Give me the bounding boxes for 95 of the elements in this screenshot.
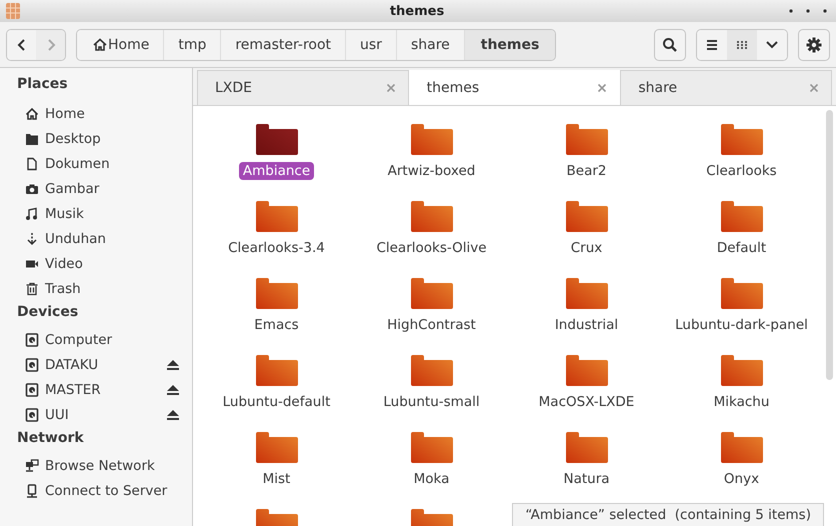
section-heading: Network — [17, 429, 85, 448]
tab-label[interactable]: LXDE — [215, 80, 252, 96]
folder-icon[interactable] — [564, 201, 608, 233]
tab[interactable]: LXDE — [197, 70, 409, 105]
tab[interactable]: share — [620, 70, 832, 105]
folder-icon[interactable] — [410, 432, 454, 464]
folder-name[interactable]: Emacs — [250, 316, 303, 334]
folder-name[interactable]: Artwiz-boxed — [384, 162, 480, 180]
folder-icon[interactable] — [564, 278, 608, 310]
sidebar-item[interactable]: Trash — [17, 276, 180, 301]
server-icon — [25, 484, 39, 498]
folder-name[interactable]: HighContrast — [383, 316, 480, 334]
drive-icon — [25, 358, 39, 372]
sidebar-item[interactable]: Video — [17, 251, 180, 276]
folder-name[interactable]: Lubuntu-dark-panel — [671, 316, 812, 334]
section-heading: Devices — [17, 303, 80, 322]
trash-icon — [25, 282, 39, 296]
sidebar-item[interactable]: DATAKU — [17, 352, 180, 377]
eject-icon[interactable] — [166, 358, 180, 370]
sidebar-item[interactable]: Gambar — [17, 176, 180, 201]
tab[interactable]: themes — [408, 70, 620, 105]
home-icon — [93, 38, 107, 51]
folder-icon[interactable] — [254, 201, 298, 233]
camera-icon — [25, 182, 39, 196]
sidebar-item[interactable]: Dokumen — [17, 151, 180, 176]
folder-name[interactable]: Lubuntu-default — [218, 393, 334, 411]
folder-icon[interactable] — [410, 124, 454, 156]
folder-name[interactable]: Moka — [410, 470, 454, 488]
folder-name[interactable]: Clearlooks-3.4 — [224, 239, 329, 257]
sidebar-item[interactable]: Unduhan — [17, 226, 180, 251]
search-icon[interactable] — [662, 36, 678, 52]
sidebar-item[interactable]: Computer — [17, 327, 180, 352]
document-icon — [25, 156, 39, 170]
folder-icon[interactable] — [564, 355, 608, 387]
folder-name[interactable]: Mist — [258, 470, 294, 488]
gear-icon[interactable] — [806, 36, 822, 52]
folder-icon[interactable] — [254, 124, 298, 156]
chevron-left-icon[interactable] — [16, 38, 26, 52]
sidebar-item[interactable]: Browse Network — [17, 453, 180, 478]
folder-name[interactable]: Crux — [566, 239, 606, 257]
download-icon — [25, 232, 39, 246]
folder-icon[interactable] — [254, 278, 298, 310]
settings-button[interactable] — [798, 28, 830, 60]
folder-icon[interactable] — [564, 432, 608, 464]
sidebar-item[interactable]: Musik — [17, 201, 180, 226]
folder-name[interactable]: Natura — [559, 470, 614, 488]
drive-icon — [25, 382, 39, 396]
status-bar: “Ambiance” selected (containing 5 items) — [512, 503, 824, 526]
sidebar-item[interactable]: Connect to Server — [17, 478, 180, 503]
drive-icon — [25, 408, 39, 422]
folder-name[interactable]: Mikachu — [710, 393, 774, 411]
drive-icon — [25, 332, 39, 346]
tab-label[interactable]: themes — [426, 80, 480, 96]
folder-icon[interactable] — [720, 355, 764, 387]
folder-name[interactable]: MacOSX-LXDE — [534, 393, 638, 411]
folder-icon[interactable] — [720, 278, 764, 310]
sidebar-item[interactable]: Desktop — [17, 126, 180, 151]
folder-icon[interactable] — [410, 201, 454, 233]
grid-icon — [6, 3, 20, 19]
sidebar-item[interactable]: UUI — [17, 402, 180, 427]
list-icon — [705, 38, 719, 52]
close-icon[interactable] — [597, 83, 608, 93]
folder-icon[interactable] — [720, 124, 764, 156]
window-title: themes — [390, 4, 444, 18]
eject-icon[interactable] — [166, 384, 180, 396]
sidebar-item[interactable]: MASTER — [17, 377, 180, 402]
network-icon — [25, 458, 39, 472]
folder-icon[interactable] — [720, 201, 764, 233]
folder-name[interactable]: Default — [712, 239, 770, 257]
folder-name[interactable]: Lubuntu-small — [379, 393, 484, 411]
folder-name[interactable]: Ambiance — [238, 162, 314, 180]
music-icon — [25, 206, 39, 220]
eject-icon[interactable] — [166, 408, 180, 420]
sidebar-item[interactable]: Home — [17, 101, 180, 126]
folder-icon[interactable] — [720, 432, 764, 464]
folder-icon[interactable] — [410, 355, 454, 387]
section-heading: Places — [17, 75, 69, 94]
search-button[interactable] — [654, 28, 686, 60]
folder-name[interactable]: Industrial — [550, 316, 622, 334]
folder-name[interactable]: Onyx — [720, 470, 764, 488]
folder-icon[interactable] — [254, 355, 298, 387]
folder-icon[interactable] — [410, 278, 454, 310]
grid-view-button[interactable] — [727, 30, 757, 60]
folder-name[interactable]: Bear2 — [562, 162, 610, 180]
folder-icon[interactable] — [564, 124, 608, 156]
scrollbar[interactable] — [826, 110, 834, 382]
window-controls-icon[interactable] — [788, 8, 828, 14]
folder-name[interactable]: Clearlooks — [702, 162, 781, 180]
home-icon — [25, 106, 39, 120]
path-button[interactable]: themes — [464, 30, 556, 60]
folder-icon[interactable] — [254, 432, 298, 464]
folder-name[interactable]: Clearlooks-Olive — [372, 239, 491, 257]
folder-icon — [25, 132, 39, 146]
tab-label[interactable]: share — [638, 80, 678, 96]
path-button[interactable]: Home — [77, 30, 164, 60]
